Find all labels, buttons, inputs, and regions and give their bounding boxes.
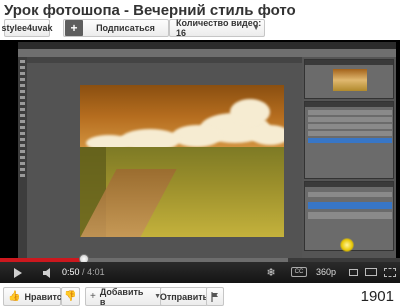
small-player-icon <box>348 268 358 276</box>
add-label: Добавить в <box>99 286 144 307</box>
time-display: 0:50 / 4:01 <box>62 266 105 278</box>
view-count: 1901 <box>360 288 394 305</box>
channel-username-button[interactable]: stylee4uvak <box>1 19 53 37</box>
chevron-down-icon: ▼ <box>252 23 260 32</box>
large-player-button[interactable] <box>364 266 378 278</box>
control-bar <box>0 262 400 283</box>
time-separator: / <box>82 267 85 277</box>
ps-menubar <box>18 42 396 49</box>
thumbs-up-icon: 👍 <box>8 291 21 302</box>
flag-icon <box>211 291 218 302</box>
plus-icon: + <box>90 291 96 302</box>
ps-history-panel <box>304 101 394 179</box>
play-button[interactable] <box>10 265 26 280</box>
video-frame <box>18 42 396 266</box>
channel-bar: stylee4uvak + Подписаться Количество вид… <box>0 18 400 39</box>
ps-toolbox <box>18 57 27 266</box>
ps-tab-bar <box>27 57 302 63</box>
duration: 4:01 <box>87 267 105 277</box>
video-title: Урок фотошопа - Вечерний стиль фото <box>4 2 296 19</box>
quality-button[interactable]: 360p <box>316 266 336 278</box>
subscribe-button[interactable]: + Подписаться <box>63 19 169 37</box>
cc-icon: CC <box>291 267 307 277</box>
add-to-button[interactable]: + Добавить в ▼ <box>85 286 166 307</box>
flag-button[interactable] <box>206 287 224 306</box>
dislike-button[interactable]: 👎 <box>61 287 80 306</box>
small-player-button[interactable] <box>346 266 360 278</box>
cursor-highlight <box>340 238 354 252</box>
fullscreen-icon <box>384 267 396 277</box>
snowflake-icon[interactable]: ❄ <box>264 265 278 280</box>
plus-icon: + <box>65 20 83 36</box>
like-button[interactable]: 👍 Нравится <box>3 287 67 306</box>
sunset-photo <box>80 85 284 237</box>
volume-button[interactable] <box>42 265 56 280</box>
subscribe-label: Подписаться <box>96 23 155 33</box>
ps-panels <box>302 57 396 266</box>
current-time: 0:50 <box>62 267 80 277</box>
video-player[interactable] <box>0 40 400 283</box>
volume-icon <box>43 267 50 278</box>
video-count-button[interactable]: Количество видео: 16 ▼ <box>169 18 265 38</box>
large-player-icon <box>365 268 377 276</box>
action-bar: 👍 Нравится 👎 + Добавить в ▼ Отправить <box>0 286 400 308</box>
fullscreen-button[interactable] <box>383 266 397 278</box>
share-button[interactable]: Отправить <box>160 287 208 306</box>
ps-navigator-panel <box>304 59 394 99</box>
video-count-label: Количество видео: 16 <box>176 18 262 38</box>
thumbs-down-icon: 👎 <box>64 291 77 302</box>
captions-button[interactable]: CC <box>290 266 308 278</box>
play-icon <box>14 267 22 278</box>
ps-options-bar <box>18 49 396 57</box>
